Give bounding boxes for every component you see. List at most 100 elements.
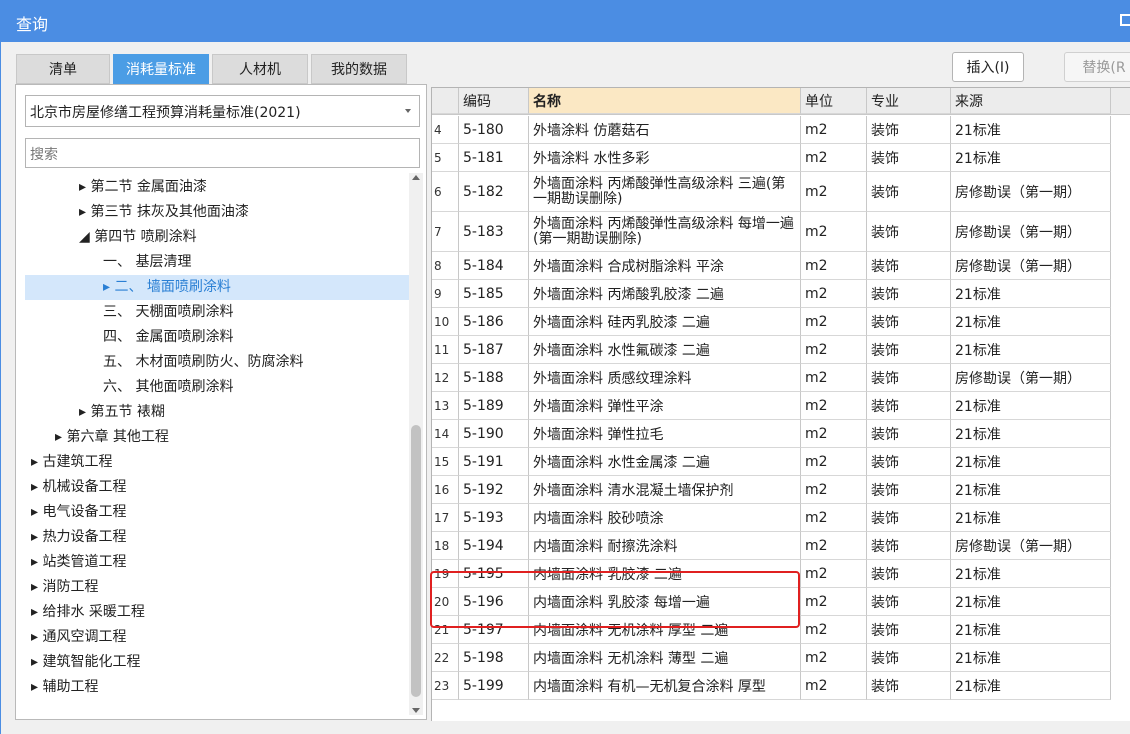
- table-row[interactable]: 23 5-199 内墙面涂料 有机—无机复合涂料 厚型 m2 装饰 21标准: [432, 672, 1130, 700]
- tab-my-data[interactable]: 我的数据: [311, 54, 407, 84]
- tree-item-label: ▸ 热力设备工程: [31, 529, 127, 545]
- table-row[interactable]: 4 5-180 外墙涂料 仿蘑菇石 m2 装饰 21标准: [432, 116, 1130, 144]
- table-row[interactable]: 18 5-194 内墙面涂料 耐擦洗涂料 m2 装饰 房修勘误（第一期）: [432, 532, 1130, 560]
- table-row[interactable]: 11 5-187 外墙面涂料 水性氟碳漆 二遍 m2 装饰 21标准: [432, 336, 1130, 364]
- tree-item[interactable]: ▸ 二、 墙面喷刷涂料: [25, 275, 409, 300]
- name-cell: 外墙面涂料 丙烯酸乳胶漆 二遍: [529, 280, 801, 308]
- source-cell: 21标准: [951, 448, 1111, 476]
- source-cell: 21标准: [951, 616, 1111, 644]
- tree-item-label: ▸ 给排水 采暖工程: [31, 604, 145, 620]
- source-cell: 21标准: [951, 588, 1111, 616]
- unit-cell: m2: [801, 560, 867, 588]
- tree-item[interactable]: 六、 其他面喷刷涂料: [25, 375, 409, 400]
- column-header[interactable]: 来源: [951, 88, 1111, 114]
- source-cell: 21标准: [951, 392, 1111, 420]
- tree-item[interactable]: 一、 基层清理: [25, 250, 409, 275]
- row-number: 8: [432, 252, 459, 280]
- tree-item[interactable]: ▸ 站类管道工程: [25, 550, 409, 575]
- tree-item-label: ▸ 第三节 抹灰及其他面油漆: [79, 204, 249, 220]
- table-row[interactable]: 16 5-192 外墙面涂料 清水混凝土墙保护剂 m2 装饰 21标准: [432, 476, 1130, 504]
- source-cell: 21标准: [951, 644, 1111, 672]
- column-header[interactable]: 名称: [529, 88, 801, 114]
- tab-labor-material-machine[interactable]: 人材机: [212, 54, 308, 84]
- unit-cell: m2: [801, 672, 867, 700]
- tree-item[interactable]: ▸ 第五节 裱糊: [25, 400, 409, 425]
- left-panel: 北京市房屋修缮工程预算消耗量标准(2021) 搜索 ▸ 第二节 金属面油漆 ▸ 第…: [15, 84, 427, 720]
- table-row[interactable]: 6 5-182 外墙面涂料 丙烯酸弹性高级涂料 三遍(第一期勘误删除) m2 装饰 房修勘…: [432, 172, 1130, 212]
- specialty-cell: 装饰: [867, 116, 951, 144]
- tree-item[interactable]: ◢ 第四节 喷刷涂料: [25, 225, 409, 250]
- tree-item[interactable]: 四、 金属面喷刷涂料: [25, 325, 409, 350]
- tree-item[interactable]: ▸ 通风空调工程: [25, 625, 409, 650]
- tree-item-label: 六、 其他面喷刷涂料: [103, 379, 234, 395]
- table-row[interactable]: 15 5-191 外墙面涂料 水性金属漆 二遍 m2 装饰 21标准: [432, 448, 1130, 476]
- unit-cell: m2: [801, 280, 867, 308]
- table-row[interactable]: 21 5-197 内墙面涂料 无机涂料 厚型 二遍 m2 装饰 21标准: [432, 616, 1130, 644]
- tree-item[interactable]: ▸ 电气设备工程: [25, 500, 409, 525]
- name-cell: 内墙面涂料 耐擦洗涂料: [529, 532, 801, 560]
- source-cell: 21标准: [951, 336, 1111, 364]
- tree-item-label: ◢ 第四节 喷刷涂料: [79, 229, 197, 245]
- tree-item[interactable]: ▸ 消防工程: [25, 575, 409, 600]
- specialty-cell: 装饰: [867, 448, 951, 476]
- tree-item-label: ▸ 第六章 其他工程: [55, 429, 169, 445]
- specialty-cell: 装饰: [867, 672, 951, 700]
- tree-item[interactable]: ▸ 第三节 抹灰及其他面油漆: [25, 200, 409, 225]
- code-cell: 5-187: [459, 336, 529, 364]
- tree-item[interactable]: ▸ 辅助工程: [25, 675, 409, 700]
- column-header[interactable]: [432, 88, 459, 114]
- tree-item-label: 四、 金属面喷刷涂料: [103, 329, 234, 345]
- table-row[interactable]: 10 5-186 外墙面涂料 硅丙乳胶漆 二遍 m2 装饰 21标准: [432, 308, 1130, 336]
- column-header[interactable]: 单位: [801, 88, 867, 114]
- tree-item[interactable]: 五、 木材面喷刷防火、防腐涂料: [25, 350, 409, 375]
- table-row[interactable]: 12 5-188 外墙面涂料 质感纹理涂料 m2 装饰 房修勘误（第一期）: [432, 364, 1130, 392]
- code-cell: 5-195: [459, 560, 529, 588]
- table-row[interactable]: 14 5-190 外墙面涂料 弹性拉毛 m2 装饰 21标准: [432, 420, 1130, 448]
- table-row[interactable]: 17 5-193 内墙面涂料 胶砂喷涂 m2 装饰 21标准: [432, 504, 1130, 532]
- tree-item[interactable]: ▸ 第六章 其他工程: [25, 425, 409, 450]
- table-row[interactable]: 20 5-196 内墙面涂料 乳胶漆 每增一遍 m2 装饰 21标准: [432, 588, 1130, 616]
- scroll-down-icon[interactable]: [412, 708, 420, 713]
- maximize-icon[interactable]: [1120, 14, 1130, 26]
- tree-item-label: 三、 天棚面喷刷涂料: [103, 304, 234, 320]
- name-cell: 内墙面涂料 乳胶漆 二遍: [529, 560, 801, 588]
- name-cell: 内墙面涂料 有机—无机复合涂料 厚型: [529, 672, 801, 700]
- scroll-up-icon[interactable]: [412, 175, 420, 180]
- table-row[interactable]: 13 5-189 外墙面涂料 弹性平涂 m2 装饰 21标准: [432, 392, 1130, 420]
- tree-item-label: ▸ 古建筑工程: [31, 454, 113, 470]
- tab-bill[interactable]: 清单: [16, 54, 110, 84]
- row-number: 7: [432, 212, 459, 252]
- name-cell: 外墙面涂料 清水混凝土墙保护剂: [529, 476, 801, 504]
- tree-item[interactable]: 三、 天棚面喷刷涂料: [25, 300, 409, 325]
- search-input[interactable]: 搜索: [25, 138, 420, 168]
- table-row[interactable]: 8 5-184 外墙面涂料 合成树脂涂料 平涂 m2 装饰 房修勘误（第一期）: [432, 252, 1130, 280]
- specialty-cell: 装饰: [867, 280, 951, 308]
- table-row[interactable]: 19 5-195 内墙面涂料 乳胶漆 二遍 m2 装饰 21标准: [432, 560, 1130, 588]
- chevron-down-icon[interactable]: [405, 109, 411, 113]
- code-cell: 5-193: [459, 504, 529, 532]
- tree-item[interactable]: ▸ 给排水 采暖工程: [25, 600, 409, 625]
- unit-cell: m2: [801, 504, 867, 532]
- code-cell: 5-199: [459, 672, 529, 700]
- window-title: 查询: [16, 15, 49, 34]
- table-row[interactable]: 7 5-183 外墙面涂料 丙烯酸弹性高级涂料 每增一遍(第一期勘误删除) m2 装饰房…: [432, 212, 1130, 252]
- scrollbar-thumb[interactable]: [411, 425, 421, 697]
- tree-item[interactable]: ▸ 古建筑工程: [25, 450, 409, 475]
- standard-select[interactable]: 北京市房屋修缮工程预算消耗量标准(2021): [25, 95, 420, 127]
- row-number: 23: [432, 672, 459, 700]
- tree-item[interactable]: ▸ 热力设备工程: [25, 525, 409, 550]
- column-header[interactable]: 编码: [459, 88, 529, 114]
- tab-consumption-standard[interactable]: 消耗量标准: [113, 54, 209, 84]
- tree-item[interactable]: ▸ 机械设备工程: [25, 475, 409, 500]
- specialty-cell: 装饰: [867, 588, 951, 616]
- tree-scrollbar[interactable]: [409, 173, 423, 715]
- column-header[interactable]: 专业: [867, 88, 951, 114]
- tree-item[interactable]: ▸ 第二节 金属面油漆: [25, 175, 409, 200]
- table-row[interactable]: 22 5-198 内墙面涂料 无机涂料 薄型 二遍 m2 装饰 21标准: [432, 644, 1130, 672]
- replace-button[interactable]: 替换(R: [1064, 52, 1130, 82]
- table-row[interactable]: 5 5-181 外墙涂料 水性多彩 m2 装饰 21标准: [432, 144, 1130, 172]
- table-row[interactable]: 9 5-185 外墙面涂料 丙烯酸乳胶漆 二遍 m2 装饰 21标准: [432, 280, 1130, 308]
- source-cell: 21标准: [951, 504, 1111, 532]
- tree-item[interactable]: ▸ 建筑智能化工程: [25, 650, 409, 675]
- insert-button[interactable]: 插入(I): [952, 52, 1024, 82]
